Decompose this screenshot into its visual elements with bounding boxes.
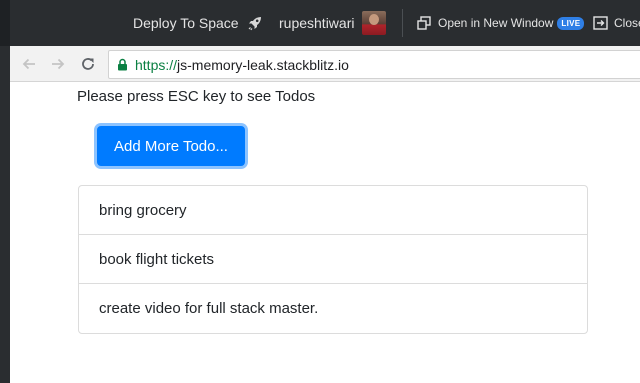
username: rupeshtiwari (279, 15, 355, 31)
close-button[interactable]: Close (593, 0, 640, 46)
deploy-label: Deploy To Space (133, 15, 239, 31)
divider (402, 9, 403, 37)
close-panel-icon (593, 16, 608, 30)
live-badge: LIVE (557, 16, 585, 30)
forward-arrow-icon (52, 58, 65, 70)
rocket-icon (248, 17, 261, 31)
open-window-label: Open in New Window (438, 16, 554, 30)
open-new-window-button[interactable]: Open in New Window LIVE (417, 0, 585, 46)
url-scheme: https:// (135, 56, 178, 73)
address-bar[interactable]: https://js-memory-leak.stackblitz.io (108, 50, 640, 79)
editor-edge (0, 0, 10, 46)
reload-button[interactable] (77, 53, 99, 75)
open-window-icon (417, 16, 431, 30)
list-item: book flight tickets (79, 235, 587, 284)
avatar (362, 11, 387, 35)
editor-edge-lower (0, 46, 10, 383)
todo-list: bring grocery book flight tickets create… (78, 185, 588, 334)
forward-button[interactable] (47, 53, 69, 75)
add-more-todo-button[interactable]: Add More Todo... (97, 126, 245, 166)
app-content: Please press ESC key to see Todos Add Mo… (10, 83, 640, 383)
url-host: js-memory-leak.stackblitz.io (177, 56, 349, 73)
stackblitz-topbar: Deploy To Space rupeshtiwari Open in New… (0, 0, 640, 46)
back-arrow-icon (22, 58, 35, 70)
deploy-button[interactable]: Deploy To Space (133, 0, 263, 46)
list-item: create video for full stack master. (99, 300, 319, 317)
back-button[interactable] (18, 53, 40, 75)
browser-toolbar: https://js-memory-leak.stackblitz.io (10, 46, 640, 82)
lock-icon (118, 58, 127, 71)
list-item: bring grocery (79, 186, 587, 235)
close-label: Close (614, 16, 640, 30)
reload-icon (82, 58, 94, 70)
user-menu[interactable]: rupeshtiwari (279, 0, 387, 46)
instruction-text: Please press ESC key to see Todos (77, 88, 316, 105)
